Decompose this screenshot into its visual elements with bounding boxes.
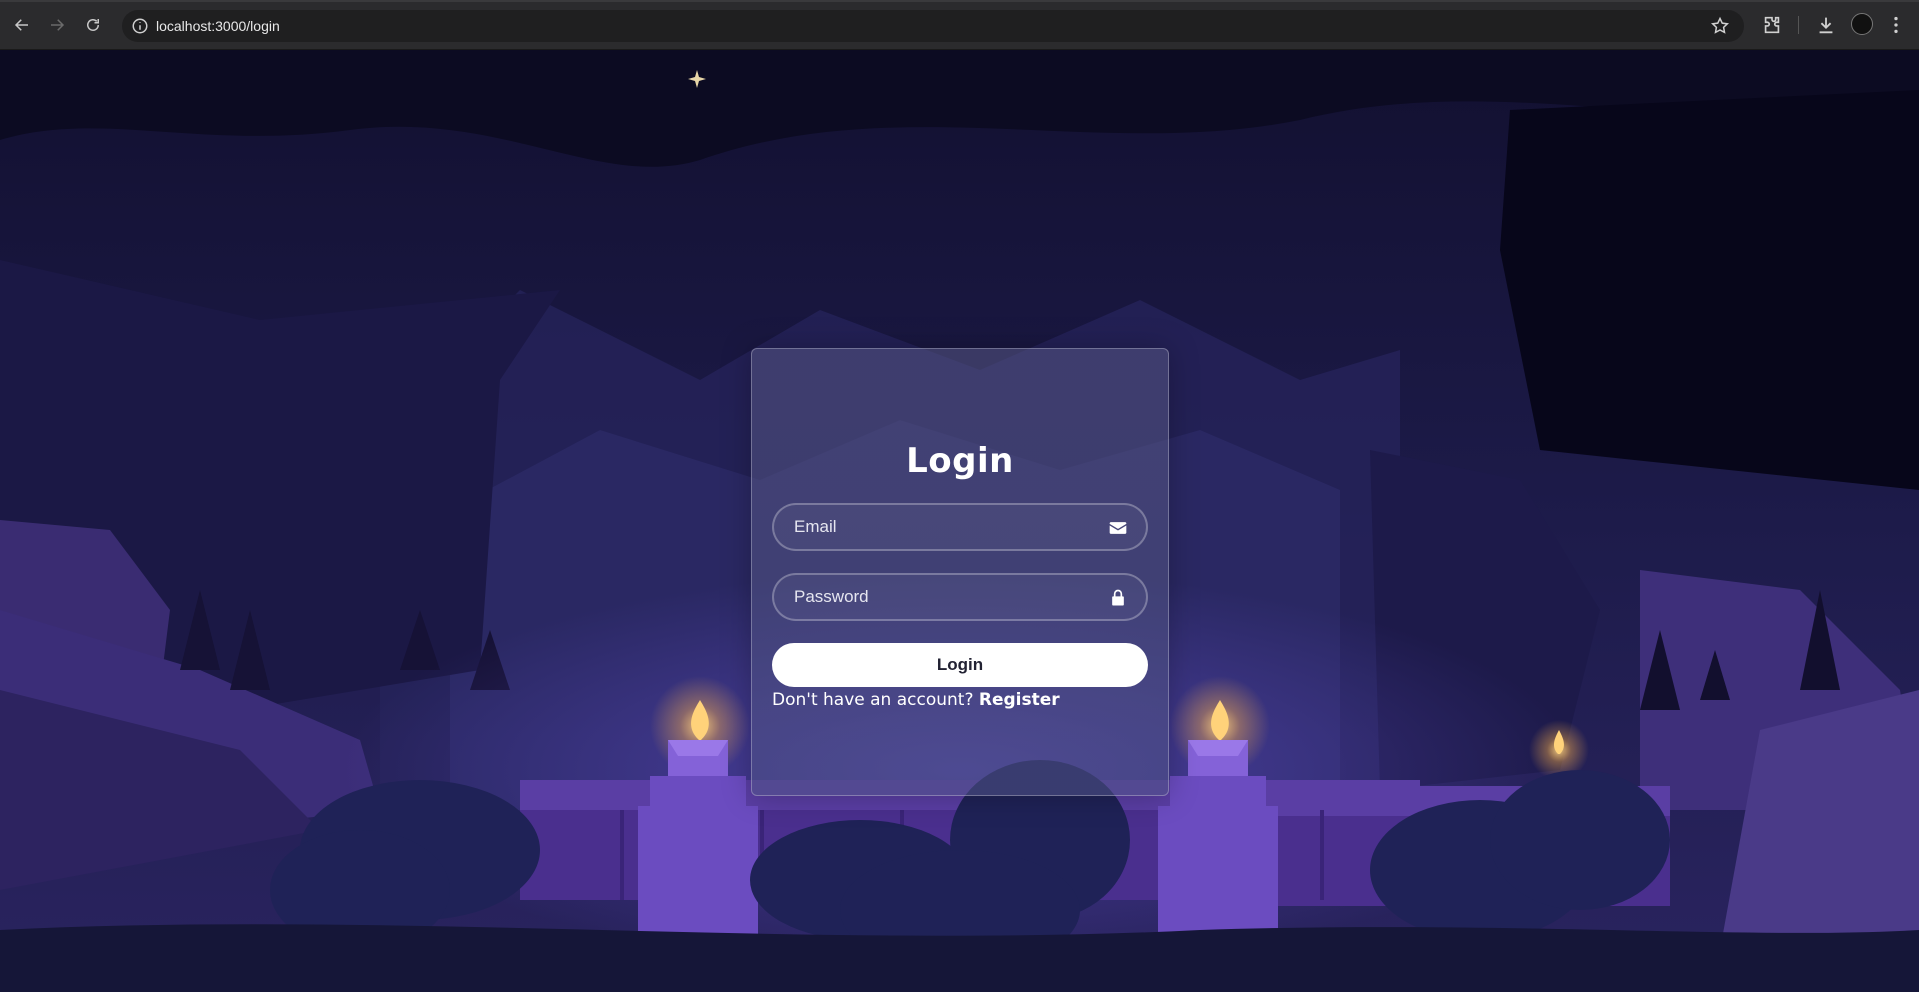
password-input[interactable] <box>774 575 1146 619</box>
login-title: Login <box>906 441 1014 481</box>
star-icon[interactable] <box>1710 16 1730 36</box>
reload-icon <box>87 19 99 31</box>
info-icon[interactable] <box>131 17 149 35</box>
register-prompt: Don't have an account? Register <box>772 690 1060 710</box>
back-button[interactable] <box>9 12 35 38</box>
reload-button[interactable] <box>80 12 106 38</box>
url-text[interactable]: localhost:3000/login <box>156 18 280 34</box>
page-background: Login Login Don't have an account? Regis… <box>0 50 1919 992</box>
email-input[interactable] <box>774 505 1146 549</box>
email-field-wrapper[interactable] <box>772 503 1148 551</box>
address-bar[interactable]: localhost:3000/login <box>122 10 1744 42</box>
toolbar-divider <box>1798 16 1799 34</box>
login-submit-button[interactable]: Login <box>772 643 1148 687</box>
browser-toolbar: localhost:3000/login <box>0 0 1919 50</box>
puzzle-icon[interactable] <box>1761 14 1783 36</box>
arrow-left-icon <box>14 19 28 31</box>
forward-button[interactable] <box>44 12 70 38</box>
lock-icon <box>1112 589 1124 606</box>
arrow-right-icon <box>51 19 65 31</box>
download-icon[interactable] <box>1815 14 1837 36</box>
no-account-text: Don't have an account? <box>772 690 979 710</box>
envelope-icon <box>1109 522 1127 534</box>
tab-strip-edge <box>0 0 1919 2</box>
profile-avatar[interactable] <box>1851 13 1873 35</box>
password-field-wrapper[interactable] <box>772 573 1148 621</box>
kebab-menu-icon[interactable] <box>1885 14 1907 36</box>
register-link[interactable]: Register <box>979 690 1060 710</box>
login-card: Login Login Don't have an account? Regis… <box>751 348 1169 796</box>
